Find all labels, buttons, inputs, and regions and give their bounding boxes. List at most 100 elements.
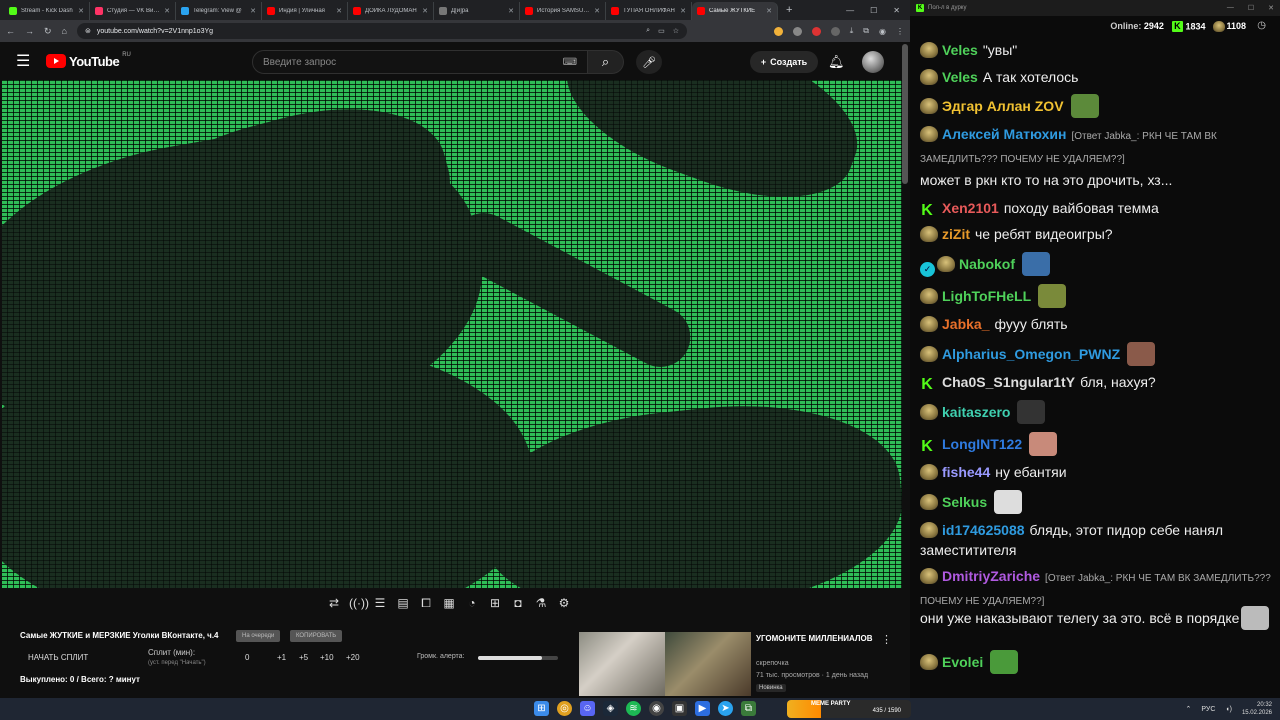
more-options-icon[interactable]: ⋮: [881, 633, 892, 646]
windows-start-icon[interactable]: ⊞: [534, 701, 549, 716]
youtube-logo[interactable]: YouTube RU: [46, 52, 131, 69]
tab-close-icon[interactable]: ✕: [164, 7, 170, 15]
copy-button[interactable]: КОПИРОВАТЬ: [290, 630, 343, 642]
browser-tab[interactable]: Самые ЖУТКИЕ ✕: [692, 2, 778, 20]
playlist-icon[interactable]: ☰: [372, 596, 388, 611]
tab-close-icon[interactable]: ✕: [594, 7, 600, 15]
crop-icon[interactable]: ⧠: [418, 596, 434, 611]
reload-icon[interactable]: ↻: [44, 26, 52, 37]
browser-tab[interactable]: Индия | Уличная ✕: [262, 2, 348, 20]
maximize-icon[interactable]: ☐: [1248, 4, 1254, 12]
split-plus-20-button[interactable]: +20: [346, 653, 360, 662]
clock[interactable]: 20:32 15.02.2026: [1242, 701, 1272, 717]
extension-icon[interactable]: [830, 26, 840, 36]
discord-icon[interactable]: ☺: [580, 701, 595, 716]
chat-username[interactable]: Xen2101: [942, 200, 999, 216]
chrome-icon[interactable]: ◎: [557, 701, 572, 716]
chat-username[interactable]: Алексей Матюхин: [942, 126, 1066, 142]
tab-close-icon[interactable]: ✕: [78, 7, 84, 15]
kebab-menu-icon[interactable]: ⋮: [896, 27, 904, 36]
chat-username[interactable]: Nabokof: [959, 256, 1015, 272]
filmstrip-icon[interactable]: ▦: [441, 596, 457, 611]
obs-icon[interactable]: ◉: [649, 701, 664, 716]
chat-username[interactable]: id174625088: [942, 522, 1025, 538]
start-split-button[interactable]: НАЧАТЬ СПЛИТ: [28, 653, 88, 662]
chat-username[interactable]: Alpharius_Omegon_PWNZ: [942, 346, 1120, 362]
extension-icon[interactable]: [792, 26, 802, 36]
close-icon[interactable]: ✕: [1268, 4, 1274, 12]
close-icon[interactable]: ✕: [893, 6, 900, 15]
chat-username[interactable]: Cha0S_S1ngular1tY: [942, 374, 1075, 390]
minimize-icon[interactable]: —: [1227, 4, 1234, 12]
new-tab-button[interactable]: +: [778, 4, 800, 16]
chat-settings-icon[interactable]: ◷: [1257, 20, 1266, 31]
add-screenshot-icon[interactable]: ⊞: [487, 596, 503, 611]
tab-close-icon[interactable]: ✕: [336, 7, 342, 15]
extensions-icon[interactable]: ⧉: [863, 26, 869, 36]
tab-close-icon[interactable]: ✕: [508, 7, 514, 15]
loop-icon[interactable]: ⇄: [326, 596, 342, 611]
download-icon[interactable]: ⤓: [850, 26, 854, 36]
chat-username[interactable]: Selkus: [942, 494, 987, 510]
browser-tab[interactable]: ДОЙКА ЛУДОМАН ✕: [348, 2, 434, 20]
media-player-icon[interactable]: ▶: [695, 701, 710, 716]
clapperboard-icon[interactable]: ▤: [395, 596, 411, 611]
home-icon[interactable]: ⌂: [62, 26, 67, 36]
url-field[interactable]: ⊜ youtube.com/watch?v=2V1nnp1o3Yg ⌕ ▭ ☆: [76, 23, 687, 39]
tab-close-icon[interactable]: ✕: [250, 7, 256, 15]
volume-icon[interactable]: ◖): [1225, 706, 1232, 713]
page-scrollbar[interactable]: [902, 44, 908, 184]
app-icon[interactable]: ▣: [672, 701, 687, 716]
chat-username[interactable]: fishe44: [942, 464, 990, 480]
tab-close-icon[interactable]: ✕: [766, 7, 772, 15]
extension-icon[interactable]: [811, 26, 821, 36]
chat-username[interactable]: LighToFHeLL: [942, 288, 1031, 304]
cast-icon[interactable]: ▭: [658, 27, 665, 35]
split-plus-5-button[interactable]: +5: [299, 653, 308, 662]
voice-search-button[interactable]: 🎤︎: [636, 50, 662, 74]
back-icon[interactable]: ←: [6, 26, 15, 36]
browser-tab[interactable]: ТУПАЯ ОНЛИФАН ✕: [606, 2, 692, 20]
chat-username[interactable]: LongINT122: [942, 436, 1022, 452]
settings-gear-icon[interactable]: ⚙: [556, 596, 572, 611]
video-player[interactable]: [2, 80, 902, 588]
split-plus-10-button[interactable]: +10: [320, 653, 334, 662]
tab-close-icon[interactable]: ✕: [680, 7, 686, 15]
chat-username[interactable]: Evolei: [942, 654, 983, 670]
recommendation-title[interactable]: УГОМОНИТЕ МИЛЛЕНИАЛОВ: [756, 633, 876, 645]
chat-username[interactable]: DmitriyZariche: [942, 568, 1040, 584]
maximize-icon[interactable]: ☐: [870, 6, 877, 15]
browser-tab[interactable]: Stream - Kick Dash ✕: [4, 2, 90, 20]
recommendation-thumbnail[interactable]: [579, 632, 751, 696]
forward-icon[interactable]: →: [25, 26, 34, 36]
language-indicator[interactable]: РУС: [1201, 706, 1215, 713]
flask-icon[interactable]: ⚗: [533, 596, 549, 611]
tray-chevron-icon[interactable]: ⌃: [1186, 705, 1192, 713]
create-button[interactable]: + Создать: [750, 51, 818, 73]
keyboard-icon[interactable]: ⌨: [563, 57, 577, 68]
browser-tab[interactable]: История SAMSUNG ✕: [520, 2, 606, 20]
recommendation-channel[interactable]: скрепочка: [756, 660, 789, 667]
browser-tab[interactable]: Студия — VK Видео ✕: [90, 2, 176, 20]
search-button[interactable]: ⌕: [588, 50, 624, 74]
steam-icon[interactable]: ◈: [603, 701, 618, 716]
chat-username[interactable]: Veles: [942, 69, 978, 85]
zoom-icon[interactable]: ⌕: [646, 27, 650, 35]
star-icon[interactable]: ☆: [673, 27, 679, 35]
alert-volume-slider[interactable]: [478, 656, 558, 660]
hamburger-menu-icon[interactable]: ☰: [16, 51, 40, 71]
app-icon[interactable]: ⧉: [741, 701, 756, 716]
chat-username[interactable]: ziZit: [942, 226, 970, 242]
chat-username[interactable]: Jabka_: [942, 316, 989, 332]
profile-icon[interactable]: ◉: [879, 27, 886, 36]
split-value-0[interactable]: 0: [245, 653, 249, 662]
minimize-icon[interactable]: —: [846, 6, 854, 15]
chat-username[interactable]: kaitaszero: [942, 404, 1010, 420]
browser-tab[interactable]: Telegram: View @ ✕: [176, 2, 262, 20]
telegram-icon[interactable]: ➤: [718, 701, 733, 716]
queue-chip[interactable]: На очереди: [236, 630, 281, 642]
split-plus-1-button[interactable]: +1: [277, 653, 286, 662]
extension-icon[interactable]: [773, 26, 783, 36]
site-info-icon[interactable]: ⊜: [85, 27, 91, 35]
broadcast-icon[interactable]: ((·)): [349, 596, 369, 611]
